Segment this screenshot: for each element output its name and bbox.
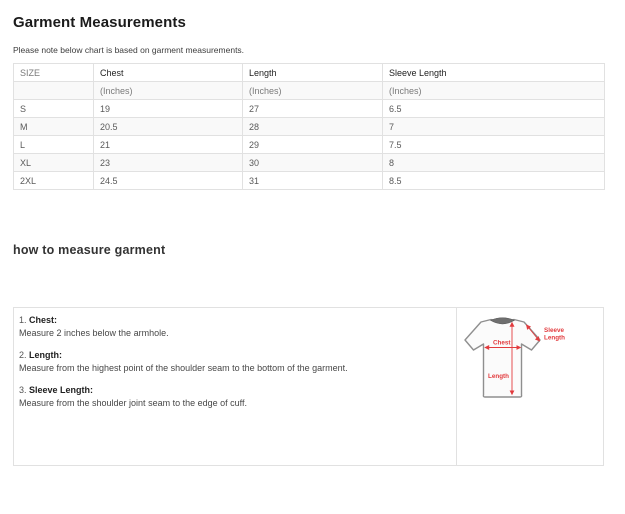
step-label: Length: — [29, 350, 62, 360]
step-number: 3. — [19, 385, 27, 395]
diagram-length-label: Length — [488, 373, 509, 380]
length-cell: 30 — [243, 154, 383, 172]
size-table: SIZE Chest Length Sleeve Length (Inches)… — [13, 63, 605, 190]
length-cell: 31 — [243, 172, 383, 190]
instruction-step: 1. Chest: Measure 2 inches below the arm… — [19, 314, 448, 340]
step-number: 2. — [19, 350, 27, 360]
length-cell: 29 — [243, 136, 383, 154]
size-cell: M — [14, 118, 94, 136]
step-text: Measure from the highest point of the sh… — [19, 362, 448, 375]
table-row: S 19 27 6.5 — [14, 100, 605, 118]
chest-cell: 20.5 — [94, 118, 243, 136]
table-row: 2XL 24.5 31 8.5 — [14, 172, 605, 190]
diagram-sleeve-label-line1: Sleeve — [544, 327, 564, 334]
header-length: Length — [243, 64, 383, 82]
how-to-heading: how to measure garment — [13, 243, 625, 257]
sleeve-cell: 7.5 — [383, 136, 605, 154]
sleeve-cell: 8 — [383, 154, 605, 172]
size-cell: XL — [14, 154, 94, 172]
page-title: Garment Measurements — [13, 14, 625, 31]
measure-instructions-box: 1. Chest: Measure 2 inches below the arm… — [13, 307, 604, 466]
instructions-column: 1. Chest: Measure 2 inches below the arm… — [14, 308, 456, 465]
step-label: Chest: — [29, 315, 57, 325]
unit-cell: (Inches) — [94, 82, 243, 100]
step-text: Measure from the shoulder joint seam to … — [19, 397, 448, 410]
chest-cell: 24.5 — [94, 172, 243, 190]
step-text: Measure 2 inches below the armhole. — [19, 327, 448, 340]
chest-cell: 21 — [94, 136, 243, 154]
diagram-chest-label: Chest — [493, 340, 511, 347]
instruction-step: 3. Sleeve Length: Measure from the shoul… — [19, 384, 448, 410]
tshirt-outline — [465, 320, 540, 398]
sleeve-cell: 8.5 — [383, 172, 605, 190]
header-sleeve-length: Sleeve Length — [383, 64, 605, 82]
step-label: Sleeve Length: — [29, 385, 93, 395]
unit-cell: (Inches) — [243, 82, 383, 100]
size-cell: S — [14, 100, 94, 118]
instruction-step: 2. Length: Measure from the highest poin… — [19, 349, 448, 375]
diagram-column: Chest Length Sleeve Length — [456, 308, 603, 465]
table-row: L 21 29 7.5 — [14, 136, 605, 154]
table-row: M 20.5 28 7 — [14, 118, 605, 136]
table-row: XL 23 30 8 — [14, 154, 605, 172]
length-cell: 27 — [243, 100, 383, 118]
sleeve-cell: 6.5 — [383, 100, 605, 118]
chart-note: Please note below chart is based on garm… — [13, 45, 625, 55]
header-chest: Chest — [94, 64, 243, 82]
table-units-row: (Inches) (Inches) (Inches) — [14, 82, 605, 100]
chest-cell: 19 — [94, 100, 243, 118]
step-number: 1. — [19, 315, 27, 325]
header-size: SIZE — [14, 64, 94, 82]
unit-cell: (Inches) — [383, 82, 605, 100]
unit-cell-empty — [14, 82, 94, 100]
size-cell: L — [14, 136, 94, 154]
diagram-sleeve-label-line2: Length — [544, 335, 565, 342]
size-cell: 2XL — [14, 172, 94, 190]
table-header-row: SIZE Chest Length Sleeve Length — [14, 64, 605, 82]
chest-cell: 23 — [94, 154, 243, 172]
tshirt-measure-diagram: Chest Length Sleeve Length — [457, 311, 603, 423]
length-cell: 28 — [243, 118, 383, 136]
sleeve-cell: 7 — [383, 118, 605, 136]
